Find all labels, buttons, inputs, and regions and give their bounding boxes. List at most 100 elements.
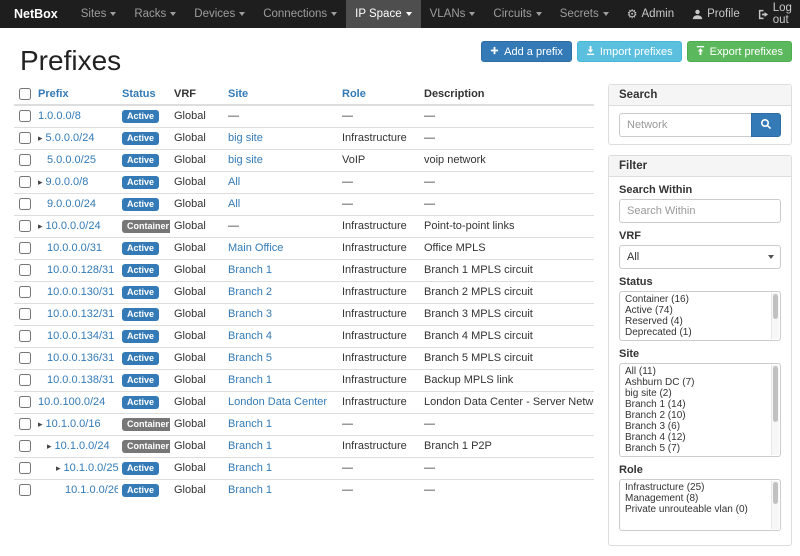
site-link[interactable]: Branch 1 xyxy=(228,484,272,496)
search-button[interactable] xyxy=(751,113,781,137)
row-checkbox[interactable] xyxy=(19,440,31,452)
add-prefix-button[interactable]: Add a prefix xyxy=(481,41,572,62)
option-branch-4-12[interactable]: Branch 4 (12) xyxy=(622,432,769,443)
option-branch-1-14[interactable]: Branch 1 (14) xyxy=(622,399,769,410)
scrollbar-thumb[interactable] xyxy=(773,294,778,319)
option-container-16[interactable]: Container (16) xyxy=(622,294,769,305)
prefix-link[interactable]: 10.1.0.0/24 xyxy=(55,440,110,452)
admin-link[interactable]: ⚙ Admin xyxy=(618,0,683,28)
nav-item-racks[interactable]: Racks xyxy=(125,0,185,28)
nav-item-circuits[interactable]: Circuits xyxy=(484,0,550,28)
prefix-link[interactable]: 9.0.0.0/8 xyxy=(46,176,89,188)
site-link[interactable]: Branch 1 xyxy=(228,462,272,474)
nav-item-devices[interactable]: Devices xyxy=(185,0,254,28)
nav-item-vlans[interactable]: VLANs xyxy=(421,0,485,28)
site-link[interactable]: All xyxy=(228,198,240,210)
column-header-site[interactable]: Site xyxy=(224,84,338,105)
prefix-link[interactable]: 10.1.0.0/26 xyxy=(65,484,118,496)
prefix-link[interactable]: 10.0.0.0/24 xyxy=(46,220,101,232)
site-link[interactable]: Main Office xyxy=(228,242,283,254)
site-link[interactable]: big site xyxy=(228,132,263,144)
row-checkbox[interactable] xyxy=(19,198,31,210)
site-link[interactable]: big site xyxy=(228,154,263,166)
logout-link[interactable]: Log out xyxy=(749,0,800,28)
row-checkbox[interactable] xyxy=(19,286,31,298)
option-deprecated-1[interactable]: Deprecated (1) xyxy=(622,327,769,338)
prefix-link[interactable]: 10.0.0.128/31 xyxy=(47,264,114,276)
site-link[interactable]: Branch 5 xyxy=(228,352,272,364)
row-checkbox[interactable] xyxy=(19,132,31,144)
prefix-link[interactable]: 10.1.0.0/16 xyxy=(46,418,101,430)
row-checkbox[interactable] xyxy=(19,176,31,188)
option-active-74[interactable]: Active (74) xyxy=(622,305,769,316)
expand-arrow[interactable]: ▸ xyxy=(38,419,43,429)
site-link[interactable]: Branch 2 xyxy=(228,286,272,298)
row-checkbox[interactable] xyxy=(19,330,31,342)
vrf-select[interactable]: All xyxy=(619,245,781,269)
nav-item-secrets[interactable]: Secrets xyxy=(551,0,618,28)
navbar-brand[interactable]: NetBox xyxy=(0,0,72,28)
row-checkbox[interactable] xyxy=(19,396,31,408)
expand-arrow[interactable]: ▸ xyxy=(38,221,43,231)
row-checkbox[interactable] xyxy=(19,110,31,122)
site-link[interactable]: Branch 1 xyxy=(228,374,272,386)
option-branch-5-7[interactable]: Branch 5 (7) xyxy=(622,443,769,454)
prefix-link[interactable]: 9.0.0.0/24 xyxy=(47,198,96,210)
prefix-link[interactable]: 10.0.0.130/31 xyxy=(47,286,114,298)
prefix-link[interactable]: 5.0.0.0/25 xyxy=(47,154,96,166)
option-ashburn-dc-7[interactable]: Ashburn DC (7) xyxy=(622,377,769,388)
search-within-input[interactable] xyxy=(619,199,781,223)
search-input[interactable] xyxy=(619,113,751,137)
listbox-scrollbar[interactable] xyxy=(771,481,779,529)
option-big-site-2[interactable]: big site (2) xyxy=(622,388,769,399)
row-checkbox[interactable] xyxy=(19,462,31,474)
option-infrastructure-25[interactable]: Infrastructure (25) xyxy=(622,482,769,493)
column-header-status[interactable]: Status xyxy=(118,84,170,105)
row-checkbox[interactable] xyxy=(19,220,31,232)
option-branch-2-10[interactable]: Branch 2 (10) xyxy=(622,410,769,421)
row-checkbox[interactable] xyxy=(19,242,31,254)
select-all-checkbox[interactable] xyxy=(19,88,31,100)
column-header-role[interactable]: Role xyxy=(338,84,420,105)
prefix-link[interactable]: 5.0.0.0/24 xyxy=(46,132,95,144)
prefix-link[interactable]: 10.0.0.132/31 xyxy=(47,308,114,320)
site-link[interactable]: All xyxy=(228,176,240,188)
import-prefixes-button[interactable]: Import prefixes xyxy=(577,41,682,62)
site-link[interactable]: Branch 4 xyxy=(228,330,272,342)
prefix-link[interactable]: 10.0.0.0/31 xyxy=(47,242,102,254)
option-management-8[interactable]: Management (8) xyxy=(622,493,769,504)
site-link[interactable]: Branch 3 xyxy=(228,308,272,320)
scrollbar-thumb[interactable] xyxy=(773,482,778,504)
prefix-link[interactable]: 10.0.100.0/24 xyxy=(38,396,105,408)
row-checkbox[interactable] xyxy=(19,374,31,386)
site-link[interactable]: Branch 1 xyxy=(228,440,272,452)
option-branch-3-6[interactable]: Branch 3 (6) xyxy=(622,421,769,432)
expand-arrow[interactable]: ▸ xyxy=(56,463,61,473)
nav-item-sites[interactable]: Sites xyxy=(72,0,126,28)
row-checkbox[interactable] xyxy=(19,484,31,496)
prefix-link[interactable]: 10.0.0.136/31 xyxy=(47,352,114,364)
expand-arrow[interactable]: ▸ xyxy=(38,133,43,143)
row-checkbox[interactable] xyxy=(19,154,31,166)
scrollbar-thumb[interactable] xyxy=(773,366,778,422)
expand-arrow[interactable]: ▸ xyxy=(38,177,43,187)
nav-item-connections[interactable]: Connections xyxy=(254,0,346,28)
prefix-link[interactable]: 10.0.0.138/31 xyxy=(47,374,114,386)
prefix-link[interactable]: 10.0.0.134/31 xyxy=(47,330,114,342)
prefix-link[interactable]: 10.1.0.0/25 xyxy=(64,462,118,474)
row-checkbox[interactable] xyxy=(19,352,31,364)
listbox-scrollbar[interactable] xyxy=(771,293,779,339)
site-link[interactable]: Branch 1 xyxy=(228,264,272,276)
row-checkbox[interactable] xyxy=(19,264,31,276)
listbox-scrollbar[interactable] xyxy=(771,365,779,455)
prefix-link[interactable]: 1.0.0.0/8 xyxy=(38,110,81,122)
column-header-prefix[interactable]: Prefix xyxy=(34,84,118,105)
option-all-11[interactable]: All (11) xyxy=(622,366,769,377)
row-checkbox[interactable] xyxy=(19,418,31,430)
option-reserved-4[interactable]: Reserved (4) xyxy=(622,316,769,327)
site-link[interactable]: London Data Center xyxy=(228,396,327,408)
nav-item-ip-space[interactable]: IP Space xyxy=(346,0,420,28)
site-link[interactable]: Branch 1 xyxy=(228,418,272,430)
export-prefixes-button[interactable]: Export prefixes xyxy=(687,41,792,62)
profile-link[interactable]: Profile xyxy=(683,0,749,28)
